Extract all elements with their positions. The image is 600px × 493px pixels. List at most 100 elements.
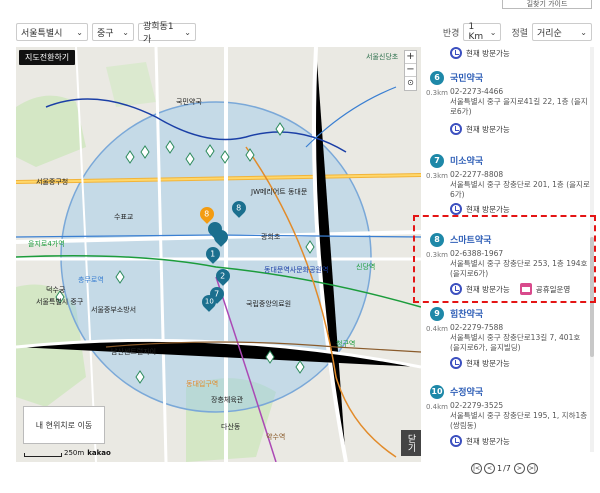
map-label: 덕수궁 [46, 286, 66, 294]
chevron-down-icon: ⌄ [184, 27, 191, 37]
radius-label: 반경 [442, 28, 460, 39]
pagination: |< < 1/7 > >| [470, 463, 539, 474]
clock-icon [450, 357, 462, 369]
map-label: 을지로4가역 [28, 240, 65, 248]
zoom-controls: + − ⊙ [404, 50, 417, 91]
map-label: 동대문역사문화공원역 [264, 266, 329, 274]
map-label: 약수역 [266, 433, 286, 441]
map-label: 동대입구역 [186, 380, 219, 388]
open-status-text: 현재 방문가능 [466, 124, 510, 134]
pharmacy-address: 서울특별시 중구 을지로41길 22, 1층 (을지로6가) [450, 97, 588, 116]
sort-select-value: 거리순 [537, 28, 562, 39]
scale-label: 250m [64, 449, 85, 457]
sort-label: 정렬 [511, 28, 528, 39]
zoom-out-button[interactable]: − [405, 64, 416, 77]
rank-badge: 6 [430, 71, 444, 85]
map-label: 충무로역 [78, 276, 104, 284]
map-label: 서울중구청 [36, 178, 69, 186]
list-item[interactable]: 현재 방문가능 [426, 47, 596, 67]
distance: 0.4km [426, 325, 449, 333]
map-view[interactable]: 8 8 1 2 7 10 서울신당초 국민약국 서울특별시 중구 동대문역사문화… [16, 47, 421, 462]
distance: 0.3km [426, 172, 449, 180]
map-label: 청구역 [336, 340, 356, 348]
map-label: 서울신당초 [366, 53, 399, 61]
list-item[interactable]: 9 0.4km 힘찬약국 02-2279-7588 서울특별시 중구 장충단로1… [426, 299, 596, 379]
pharmacy-address: 서울특별시 중구 장충단로13길 7, 401호 (을지로6가, 을지빌딩) [450, 333, 581, 352]
prev-page-button[interactable]: < [484, 463, 495, 474]
chevron-down-icon: ⌄ [122, 27, 129, 37]
distance: 0.3km [426, 89, 449, 97]
map-marker-label: 8 [204, 209, 210, 218]
open-status: 현재 방문가능 [450, 47, 510, 59]
chevron-down-icon: ⌄ [489, 27, 497, 37]
clock-icon [450, 435, 462, 447]
filter-bar: 서울특별시 ⌄ 중구 ⌄ 광희동1가 ⌄ 반경 1 Km ⌄ 정렬 거리순 ⌄ [16, 18, 592, 46]
close-map-button[interactable]: 닫기 [401, 430, 421, 456]
reset-view-button[interactable]: ⊙ [405, 77, 416, 90]
map-label: 국립중앙의료원 [246, 300, 292, 308]
map-label: 다산동 [221, 423, 241, 431]
list-item[interactable]: 10 0.4km 수정약국 02-2279-3525 서울특별시 중구 장충단로… [426, 379, 596, 453]
chevron-down-icon: ⌄ [580, 27, 587, 37]
rank-badge: 9 [430, 307, 444, 321]
map-switch-button[interactable]: 지도전환하기 [19, 50, 76, 65]
map-marker-label: 10 [204, 298, 214, 307]
open-status-text: 현재 방문가능 [466, 48, 510, 58]
map-label: 광희초 [261, 233, 281, 241]
map-label: JW메리어트 동대문 [251, 188, 308, 196]
pharmacy-address: 서울특별시 중구 장충단로 195, 1, 지하1층 (쌍림동) [450, 411, 588, 430]
pharmacy-address: 서울특별시 중구 장충단로 201, 1층 (을지로6가) [450, 180, 590, 199]
open-status: 현재 방문가능 [450, 123, 510, 135]
open-status: 현재 방문가능 [450, 357, 510, 369]
pharmacy-name[interactable]: 힘찬약국 [450, 307, 483, 320]
total-pages: 7 [505, 464, 511, 473]
map-label: 신당역 [356, 263, 376, 271]
list-item[interactable]: 6 0.3km 국민약국 02-2273-4466 서울특별시 중구 을지로41… [426, 67, 596, 140]
map-marker-label: 2 [220, 271, 226, 280]
pharmacy-phone: 02-2279-7588 [450, 323, 504, 332]
highlight-box [413, 215, 596, 303]
chevron-down-icon: ⌄ [76, 27, 83, 37]
sort-select[interactable]: 거리순 ⌄ [532, 23, 592, 41]
map-scale: 250m kakao [24, 449, 111, 457]
pharmacy-name[interactable]: 수정약국 [450, 385, 483, 398]
clock-icon [450, 47, 462, 59]
map-label: 장충체육관 [211, 396, 244, 404]
pharmacy-phone: 02-2277-8808 [450, 170, 504, 179]
pharmacy-name[interactable]: 국민약국 [450, 71, 483, 84]
city-select[interactable]: 서울특별시 ⌄ [16, 23, 88, 41]
radius-select[interactable]: 1 Km ⌄ [463, 22, 502, 42]
map-marker-label: 1 [210, 249, 216, 258]
kakao-logo: kakao [87, 449, 111, 457]
distance: 0.4km [426, 403, 449, 411]
rank-badge: 10 [430, 385, 444, 399]
next-page-button[interactable]: > [513, 463, 525, 474]
pharmacy-phone: 02-2279-3525 [450, 401, 504, 410]
current-page: 1 [497, 464, 503, 473]
open-status-text: 현재 방문가능 [466, 358, 510, 368]
map-marker-label: 8 [236, 203, 242, 212]
map-label: 서울중부소방서 [91, 306, 137, 314]
my-location-button[interactable]: 내 현위치로 이동 [23, 406, 105, 444]
rank-badge: 7 [430, 154, 444, 168]
city-select-value: 서울특별시 [21, 28, 63, 39]
map-label: 남산센트럴자이 [111, 348, 157, 356]
map-label: 국민약국 [176, 98, 202, 106]
dong-select[interactable]: 광희동1가 ⌄ [138, 22, 196, 45]
open-status: 현재 방문가능 [450, 435, 510, 447]
radius-select-value: 1 Km [468, 22, 484, 42]
guide-button[interactable]: 길찾기 가이드 [502, 0, 592, 9]
pharmacy-name[interactable]: 미소약국 [450, 154, 483, 167]
district-select[interactable]: 중구 ⌄ [92, 23, 134, 41]
last-page-button[interactable]: >| [526, 463, 538, 474]
dong-select-value: 광희동1가 [143, 22, 174, 45]
district-select-value: 중구 [97, 28, 114, 39]
first-page-button[interactable]: |< [471, 463, 482, 474]
clock-icon [450, 123, 462, 135]
zoom-in-button[interactable]: + [405, 51, 416, 64]
list-item[interactable]: 7 0.3km 미소약국 02-2277-8808 서울특별시 중구 장충단로 … [426, 140, 596, 215]
map-label: 수표교 [114, 213, 134, 221]
pharmacy-phone: 02-2273-4466 [450, 87, 504, 96]
map-label: 서울특별시 중구 [36, 298, 84, 306]
open-status-text: 현재 방문가능 [466, 436, 510, 446]
